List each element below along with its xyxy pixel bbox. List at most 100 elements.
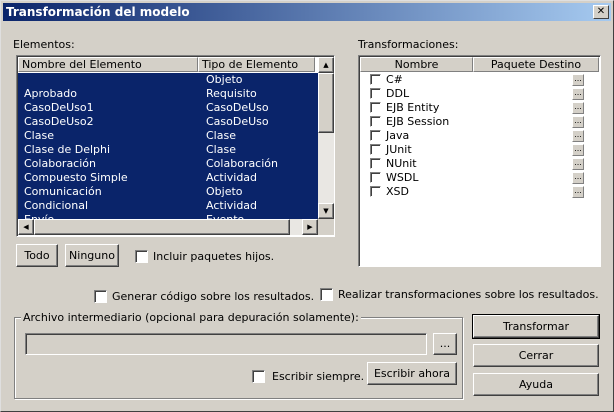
transform-name: WSDL: [386, 171, 419, 184]
table-row[interactable]: Compuesto Simple Actividad: [18, 171, 318, 185]
column-header-transform-name[interactable]: Nombre: [360, 57, 473, 72]
element-type-cell: Clase: [206, 129, 236, 142]
transform-button[interactable]: Transformar: [472, 314, 600, 339]
list-item[interactable]: C#...: [360, 73, 599, 87]
close-button[interactable]: Cerrar: [473, 344, 599, 367]
list-item[interactable]: DDL...: [360, 87, 599, 101]
table-row[interactable]: CasoDeUso1 CasoDeUso: [18, 101, 318, 115]
write-now-button[interactable]: Escribir ahora: [367, 362, 457, 385]
transform-checkbox[interactable]: [370, 186, 381, 197]
transform-checkbox[interactable]: [370, 88, 381, 99]
transform-name: C#: [386, 73, 403, 86]
title-bar[interactable]: Transformación del modelo ✕: [3, 3, 611, 21]
transform-checkbox[interactable]: [370, 102, 381, 113]
list-item[interactable]: EJB Session...: [360, 115, 599, 129]
table-row[interactable]: Colaboración Colaboración: [18, 157, 318, 171]
intermediate-file-group: [14, 317, 463, 399]
element-name-cell: Compuesto Simple: [24, 171, 128, 184]
perform-transforms-label: Realizar transformaciones sobre los resu…: [338, 288, 599, 301]
element-type-cell: Objeto: [206, 185, 243, 198]
target-package-picker-button[interactable]: ...: [572, 74, 584, 86]
intermediate-file-title: Archivo intermediario (opcional para dep…: [21, 311, 361, 324]
transformations-list[interactable]: Nombre Paquete Destino C#... DDL... EJB En…: [358, 55, 601, 267]
transform-name: EJB Entity: [386, 101, 440, 114]
element-name-cell: Aprobado: [24, 87, 77, 100]
always-write-label: Escribir siempre.: [272, 370, 365, 383]
include-children-checkbox[interactable]: [135, 250, 148, 263]
target-package-picker-button[interactable]: ...: [572, 116, 584, 128]
scroll-left-button[interactable]: ◀: [18, 219, 34, 235]
target-package-picker-button[interactable]: ...: [572, 186, 584, 198]
table-row[interactable]: Objeto: [18, 73, 318, 87]
transform-checkbox[interactable]: [370, 74, 381, 85]
element-type-cell: CasoDeUso: [206, 101, 269, 114]
element-name-cell: Comunicación: [24, 185, 102, 198]
select-none-label: Ninguno: [69, 249, 115, 262]
list-item[interactable]: Java...: [360, 129, 599, 143]
target-package-picker-button[interactable]: ...: [572, 130, 584, 142]
target-package-picker-button[interactable]: ...: [572, 88, 584, 100]
list-item[interactable]: EJB Entity...: [360, 101, 599, 115]
elements-vertical-scrollbar[interactable]: ▲ ▼: [318, 57, 334, 219]
select-all-button[interactable]: Todo: [16, 244, 58, 267]
elements-rows: Objeto Aprobado Requisito CasoDeUso1 CasoDeU…: [17, 56, 318, 219]
element-type-cell: Objeto: [206, 73, 243, 86]
column-header-target-package[interactable]: Paquete Destino: [473, 57, 599, 72]
transform-name: JUnit: [386, 143, 412, 156]
target-package-picker-button[interactable]: ...: [572, 102, 584, 114]
close-window-button[interactable]: ✕: [593, 5, 609, 19]
close-icon: ✕: [596, 6, 606, 17]
target-package-picker-button[interactable]: ...: [572, 144, 584, 156]
scroll-right-button[interactable]: ▶: [302, 219, 318, 235]
help-button[interactable]: Ayuda: [473, 373, 599, 396]
target-package-picker-button[interactable]: ...: [572, 158, 584, 170]
element-type-cell: Requisito: [206, 87, 257, 100]
browse-label: ...: [439, 337, 451, 350]
table-row[interactable]: Comunicación Objeto: [18, 185, 318, 199]
table-row[interactable]: Condicional Actividad: [18, 199, 318, 213]
horizontal-scroll-thumb[interactable]: [34, 219, 290, 235]
transform-name: EJB Session: [386, 115, 450, 128]
always-write-checkbox[interactable]: [252, 370, 265, 383]
list-item[interactable]: WSDL...: [360, 171, 599, 185]
transformations-label: Transformaciones:: [358, 38, 459, 51]
generate-code-checkbox[interactable]: [94, 290, 107, 303]
element-name-cell: Condicional: [24, 199, 89, 212]
table-row[interactable]: CasoDeUso2 CasoDeUso: [18, 115, 318, 129]
element-name-cell: CasoDeUso2: [24, 115, 94, 128]
elements-list[interactable]: Nombre del Elemento Tipo de Elemento Obj…: [16, 55, 335, 237]
browse-button[interactable]: ...: [433, 333, 457, 355]
table-row[interactable]: Aprobado Requisito: [18, 87, 318, 101]
list-item[interactable]: XSD...: [360, 185, 599, 199]
scroll-down-button[interactable]: ▼: [318, 203, 334, 219]
scroll-up-button[interactable]: ▲: [318, 57, 334, 73]
close-label: Cerrar: [518, 349, 554, 362]
arrow-down-icon: ▼: [323, 207, 329, 215]
transform-checkbox[interactable]: [370, 116, 381, 127]
transform-name: Java: [386, 129, 410, 142]
include-children-label: Incluir paquetes hijos.: [153, 250, 275, 263]
transform-checkbox[interactable]: [370, 130, 381, 141]
transform-checkbox[interactable]: [370, 172, 381, 183]
intermediate-file-path-input[interactable]: [25, 333, 427, 355]
element-name-cell: Colaboración: [24, 157, 96, 170]
element-type-cell: Colaboración: [206, 157, 278, 170]
perform-transforms-checkbox[interactable]: [320, 288, 333, 301]
list-item[interactable]: JUnit...: [360, 143, 599, 157]
vertical-scroll-thumb[interactable]: [318, 73, 334, 133]
table-row[interactable]: Clase Clase: [18, 129, 318, 143]
elements-label: Elementos:: [13, 38, 75, 51]
transform-checkbox[interactable]: [370, 158, 381, 169]
arrow-up-icon: ▲: [323, 61, 329, 69]
help-label: Ayuda: [519, 378, 553, 391]
transform-checkbox[interactable]: [370, 144, 381, 155]
target-package-picker-button[interactable]: ...: [572, 172, 584, 184]
select-none-button[interactable]: Ninguno: [65, 244, 119, 267]
arrow-left-icon: ◀: [23, 223, 29, 231]
element-name-cell: Clase: [24, 129, 54, 142]
dialog-window: Transformación del modelo ✕ Elementos: N…: [0, 0, 614, 412]
table-row[interactable]: Clase de Delphi Clase: [18, 143, 318, 157]
element-type-cell: CasoDeUso: [206, 115, 269, 128]
elements-horizontal-scrollbar[interactable]: ◀ ▶: [18, 219, 318, 235]
list-item[interactable]: NUnit...: [360, 157, 599, 171]
